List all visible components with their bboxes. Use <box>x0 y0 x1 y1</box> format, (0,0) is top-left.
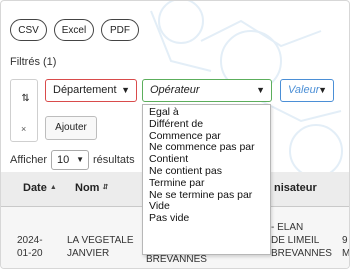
show-entries-label: Afficher <box>10 154 48 166</box>
cell-date: 2024- 01-20 <box>17 234 43 260</box>
cell-org-line3: BREVANNES <box>271 248 332 259</box>
cell-date-line2: 01-20 <box>17 248 43 259</box>
add-filter-button[interactable]: Ajouter <box>45 116 97 140</box>
operator-option[interactable]: Termine par <box>143 177 270 190</box>
column-header-nom-label: Nom <box>75 182 100 194</box>
operator-select-value: Opérateur <box>150 84 200 96</box>
chevron-down-icon: ▼ <box>318 85 327 95</box>
column-header-nom[interactable]: Nom ⇵ <box>75 182 108 194</box>
chevron-down-icon: ▼ <box>256 85 265 95</box>
pdf-export-button[interactable]: PDF <box>101 19 139 41</box>
department-select[interactable]: Département ▼ <box>45 79 137 102</box>
sort-icon: ⇵ <box>102 184 109 191</box>
results-label: résultats <box>93 154 135 166</box>
cell-nom-line2: JANVIER <box>67 248 110 259</box>
remove-filter-icon[interactable]: × <box>21 124 26 134</box>
excel-export-button[interactable]: Excel <box>54 19 94 41</box>
csv-export-button[interactable]: CSV <box>10 19 47 41</box>
operator-option[interactable]: Différent de <box>143 118 270 131</box>
entries-per-page-select[interactable]: 10 ▼ <box>51 150 89 170</box>
cell-edge: 9 M <box>342 234 350 260</box>
chevron-down-icon: ▼ <box>76 155 84 164</box>
cell-org-line1: - ELAN <box>271 222 304 233</box>
cell-edge-line1: 9 <box>342 235 348 246</box>
swap-icon[interactable]: ⇄ <box>20 93 31 101</box>
filter-controls-box: ⇄ × <box>10 79 38 142</box>
column-header-date[interactable]: Date ▲ <box>23 182 57 194</box>
chevron-down-icon: ▼ <box>121 85 130 95</box>
value-select[interactable]: Valeur ▼ <box>280 79 334 102</box>
cell-organisateur: - ELAN DE LIMEIL BREVANNES <box>271 221 332 260</box>
operator-select[interactable]: Opérateur ▼ <box>142 79 272 102</box>
sort-ascending-icon: ▲ <box>49 184 57 191</box>
cell-edge-line2: M <box>342 248 350 259</box>
operator-option[interactable]: Ne contient pas <box>143 165 270 178</box>
column-header-organisateur[interactable]: nisateur <box>274 182 317 194</box>
column-header-date-label: Date <box>23 182 47 194</box>
operator-option[interactable]: Pas vide <box>143 212 270 225</box>
cell-nom-line1: LA VEGETALE <box>67 235 134 246</box>
department-select-value: Département <box>53 84 117 96</box>
page-frame: CSV Excel PDF Filtrés (1) ⇄ × Départemen… <box>0 0 350 269</box>
value-select-value: Valeur <box>288 84 320 96</box>
operator-dropdown-list: Egal à Différent de Commence par Ne commenc… <box>142 104 271 255</box>
cell-date-line1: 2024- <box>17 235 43 246</box>
cell-org-line2: DE LIMEIL <box>271 235 320 246</box>
cell-nom: LA VEGETALE JANVIER <box>67 234 134 260</box>
entries-value: 10 <box>57 154 70 166</box>
filters-count-label: Filtrés (1) <box>10 56 57 68</box>
